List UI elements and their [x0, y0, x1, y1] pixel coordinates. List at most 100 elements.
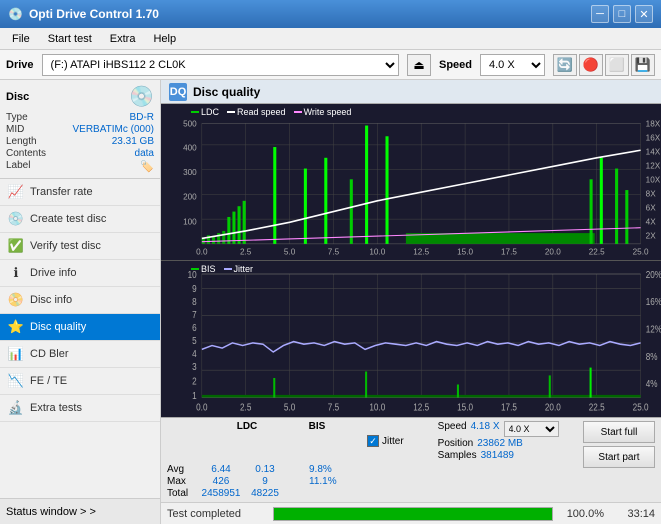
chart-bis: BIS Jitter: [161, 261, 661, 417]
sidebar-label-fe-te: FE / TE: [30, 375, 67, 387]
sidebar-item-cd-bler[interactable]: 📊 CD Bler: [0, 341, 160, 368]
menu-start-test[interactable]: Start test: [40, 31, 100, 47]
maximize-button[interactable]: □: [613, 5, 631, 23]
sidebar-item-extra-tests[interactable]: 🔬 Extra tests: [0, 395, 160, 422]
bis-max: 9: [245, 476, 285, 487]
menubar: File Start test Extra Help: [0, 28, 661, 50]
svg-text:12X: 12X: [646, 160, 661, 170]
speed-val: 4.18 X: [471, 421, 500, 437]
disc-panel: Disc 💿 Type BD-R MID VERBATIMc (000) Len…: [0, 80, 160, 179]
sidebar-item-verify-test-disc[interactable]: ✅ Verify test disc: [0, 233, 160, 260]
sidebar-item-transfer-rate[interactable]: 📈 Transfer rate: [0, 179, 160, 206]
legend-ldc-label: LDC: [201, 107, 219, 117]
legend-jitter: Jitter: [224, 264, 254, 274]
legend-jitter-label: Jitter: [234, 264, 254, 274]
menu-extra[interactable]: Extra: [102, 31, 144, 47]
svg-text:7.5: 7.5: [328, 402, 339, 413]
close-button[interactable]: ✕: [635, 5, 653, 23]
svg-text:400: 400: [183, 142, 197, 152]
disc-quality-header-icon: DQ: [169, 83, 187, 101]
sidebar-item-create-test-disc[interactable]: 💿 Create test disc: [0, 206, 160, 233]
color2-button[interactable]: ⬜: [605, 54, 629, 76]
disc-panel-header: Disc 💿: [6, 84, 154, 109]
svg-text:2X: 2X: [646, 230, 656, 240]
svg-text:4: 4: [192, 348, 197, 359]
sidebar-item-fe-te[interactable]: 📉 FE / TE: [0, 368, 160, 395]
legend-ldc: LDC: [191, 107, 219, 117]
ldc-header: LDC: [227, 421, 267, 461]
jitter-avg: 9.8%: [309, 464, 332, 475]
fe-te-icon: 📉: [8, 373, 24, 389]
samples-val: 381489: [481, 450, 514, 461]
nav-items: 📈 Transfer rate 💿 Create test disc ✅ Ver…: [0, 179, 160, 498]
disc-mid-value: VERBATIMc (000): [73, 124, 155, 135]
samples-row: Samples 381489: [438, 450, 559, 461]
drivebar: Drive (F:) ATAPI iHBS112 2 CL0K ⏏ Speed …: [0, 50, 661, 80]
svg-text:5.0: 5.0: [284, 402, 295, 413]
titlebar: 💿 Opti Drive Control 1.70 ─ □ ✕: [0, 0, 661, 28]
svg-text:200: 200: [183, 192, 197, 202]
svg-text:8%: 8%: [646, 351, 658, 362]
svg-text:6X: 6X: [646, 202, 656, 212]
verify-test-disc-icon: ✅: [8, 238, 24, 254]
speed-select[interactable]: 4.0 X: [480, 54, 545, 76]
svg-text:17.5: 17.5: [501, 246, 517, 256]
svg-text:8X: 8X: [646, 188, 656, 198]
svg-text:14X: 14X: [646, 146, 661, 156]
max-row: Max 426 9 11.1%: [167, 476, 559, 487]
start-full-button[interactable]: Start full: [583, 421, 655, 443]
svg-text:6: 6: [192, 322, 197, 333]
svg-text:12%: 12%: [646, 324, 661, 335]
minimize-button[interactable]: ─: [591, 5, 609, 23]
disc-quality-icon: ⭐: [8, 319, 24, 335]
drive-select[interactable]: (F:) ATAPI iHBS112 2 CL0K: [42, 54, 399, 76]
svg-text:0.0: 0.0: [196, 402, 207, 413]
position-row: Position 23862 MB: [438, 438, 559, 449]
save-button[interactable]: 💾: [631, 54, 655, 76]
svg-text:18X: 18X: [646, 118, 661, 128]
disc-contents-row: Contents data: [6, 148, 154, 159]
jitter-checkbox[interactable]: ✓: [367, 435, 379, 447]
transfer-rate-icon: 📈: [8, 184, 24, 200]
sidebar: Disc 💿 Type BD-R MID VERBATIMc (000) Len…: [0, 80, 161, 524]
titlebar-left: 💿 Opti Drive Control 1.70: [8, 7, 159, 21]
status-window-button[interactable]: Status window > >: [0, 498, 160, 524]
menu-file[interactable]: File: [4, 31, 38, 47]
svg-text:20.0: 20.0: [545, 402, 561, 413]
color1-button[interactable]: 🔴: [579, 54, 603, 76]
eject-button[interactable]: ⏏: [407, 54, 431, 76]
svg-text:2.5: 2.5: [240, 402, 251, 413]
stats-bar: LDC BIS ✓ Jitter Speed 4.18 X 4.0 X: [161, 417, 661, 502]
svg-text:4%: 4%: [646, 378, 658, 389]
content-area: DQ Disc quality LDC Read speed: [161, 80, 661, 524]
time-display: 33:14: [610, 508, 655, 520]
action-buttons: Start full Start part: [583, 421, 655, 468]
svg-text:25.0: 25.0: [633, 402, 649, 413]
refresh-button[interactable]: 🔄: [553, 54, 577, 76]
start-part-button[interactable]: Start part: [583, 446, 655, 468]
disc-type-value: BD-R: [130, 112, 154, 123]
svg-text:10.0: 10.0: [369, 246, 385, 256]
bis-total: 48225: [245, 488, 285, 499]
svg-text:4X: 4X: [646, 216, 656, 226]
sidebar-item-disc-quality[interactable]: ⭐ Disc quality: [0, 314, 160, 341]
disc-info-icon: 📀: [8, 292, 24, 308]
menu-help[interactable]: Help: [145, 31, 184, 47]
svg-text:300: 300: [183, 167, 197, 177]
disc-length-row: Length 23.31 GB: [6, 136, 154, 147]
legend-write-speed: Write speed: [294, 107, 352, 117]
progress-bar-container: [273, 507, 553, 521]
app-icon: 💿: [8, 7, 23, 21]
sidebar-item-drive-info[interactable]: ℹ Drive info: [0, 260, 160, 287]
disc-icon: 💿: [129, 84, 154, 109]
sidebar-item-disc-info[interactable]: 📀 Disc info: [0, 287, 160, 314]
svg-text:2: 2: [192, 376, 197, 387]
disc-contents-label: Contents: [6, 148, 46, 159]
create-test-disc-icon: 💿: [8, 211, 24, 227]
svg-text:15.0: 15.0: [457, 402, 473, 413]
disc-type-label: Type: [6, 112, 28, 123]
svg-text:5.0: 5.0: [284, 246, 296, 256]
speed-select-stats[interactable]: 4.0 X: [504, 421, 559, 437]
progress-bar-fill: [274, 508, 552, 520]
ldc-avg: 6.44: [201, 464, 241, 475]
